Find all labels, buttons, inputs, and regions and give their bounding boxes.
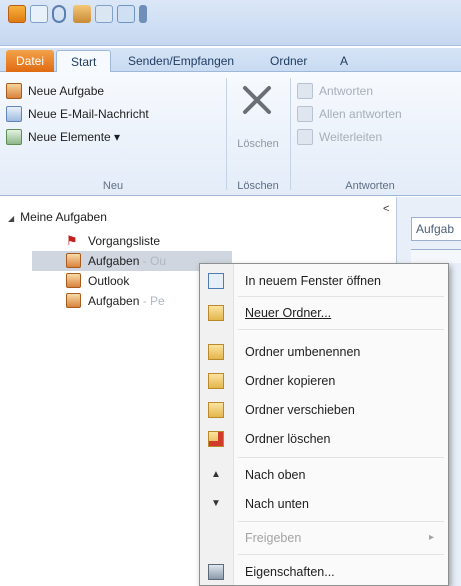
menu-item-label: Ordner verschieben <box>245 403 355 417</box>
menu-item-label: Nach unten <box>245 497 309 511</box>
nav-item-suffix: - Ou <box>139 254 167 268</box>
menu-item-label: In neuem Fenster öffnen <box>245 274 381 288</box>
nav-item-suffix: - Pe <box>139 294 165 308</box>
forward-button[interactable]: Weiterleiten <box>297 126 461 147</box>
forward-icon <box>297 128 313 145</box>
nav-item-aufgaben-personal[interactable]: Aufgaben - Pe <box>66 291 165 311</box>
menu-item-label: Eigenschaften... <box>245 565 335 579</box>
delete-icon[interactable] <box>241 84 273 116</box>
search-input[interactable]: Aufgab <box>411 217 461 241</box>
menu-separator <box>238 521 444 522</box>
menu-item-properties[interactable]: Eigenschaften... <box>200 559 448 585</box>
column-header-icons <box>411 249 461 263</box>
new-items-label: Neue Elemente ▾ <box>28 129 121 144</box>
nav-item-label: Vorgangsliste <box>88 234 161 248</box>
menu-item-share: Freigeben ▸ <box>200 525 448 551</box>
task-folder-icon <box>66 253 81 268</box>
forward-label: Weiterleiten <box>319 129 383 144</box>
ribbon-group-delete: Löschen <box>228 80 288 176</box>
task-folder-icon <box>66 273 81 288</box>
new-email-label: Neue E-Mail-Nachricht <box>28 106 149 121</box>
menu-separator <box>238 554 444 555</box>
new-email-button[interactable]: Neue E-Mail-Nachricht <box>6 103 216 124</box>
menu-item-label: Nach oben <box>245 468 306 482</box>
collapse-triangle-icon: ◢ <box>8 214 15 223</box>
menu-item-delete-folder[interactable]: Ordner löschen <box>200 426 448 452</box>
group-label-new: Neu <box>102 180 124 192</box>
group-separator <box>226 78 227 190</box>
menu-item-new-folder[interactable]: Neuer Ordner... <box>200 300 448 326</box>
group-separator <box>290 78 291 190</box>
menu-item-label: Ordner kopieren <box>245 374 336 388</box>
nav-item-outlook[interactable]: Outlook <box>66 271 129 291</box>
customize-qat-icon[interactable] <box>139 5 147 23</box>
delete-button[interactable]: Löschen <box>228 138 288 150</box>
reply-all-icon <box>297 105 313 122</box>
new-email-icon <box>6 105 22 122</box>
ribbon-group-new: Neue Aufgabe Neue E-Mail-Nachricht Neue … <box>6 80 216 149</box>
outlook-app-icon <box>8 5 26 23</box>
arrow-up-icon: ▲ <box>211 469 221 480</box>
new-items-button[interactable]: Neue Elemente ▾ <box>6 126 216 147</box>
new-task-label: Neue Aufgabe <box>28 83 105 98</box>
tab-send-receive[interactable]: Senden/Empfangen <box>118 50 244 72</box>
nav-item-vorgangsliste[interactable]: ⚑ Vorgangsliste <box>66 231 160 251</box>
new-task-icon <box>6 82 22 99</box>
nav-header-label: Meine Aufgaben <box>20 210 107 224</box>
menu-item-rename-folder[interactable]: Ordner umbenennen <box>200 339 448 365</box>
menu-item-label: Ordner löschen <box>245 432 331 446</box>
group-label-delete: Löschen <box>237 180 279 192</box>
tab-file[interactable]: Datei <box>6 50 55 72</box>
copy-folder-icon <box>208 373 224 389</box>
undo-icon[interactable] <box>52 5 66 23</box>
qat-mail-icon[interactable] <box>95 5 113 23</box>
new-task-button[interactable]: Neue Aufgabe <box>6 80 216 101</box>
reply-label: Antworten <box>319 83 374 98</box>
new-window-icon <box>208 273 224 289</box>
reply-all-label: Allen antworten <box>319 106 402 121</box>
nav-item-label: Outlook <box>88 274 130 288</box>
menu-item-move-down[interactable]: ▼ Nach unten <box>200 491 448 517</box>
context-menu: In neuem Fenster öffnen Neuer Ordner... … <box>199 263 449 586</box>
tab-more[interactable]: A <box>330 50 358 72</box>
task-folder-icon <box>66 293 81 308</box>
nav-item-label: Aufgaben <box>88 294 140 308</box>
group-label-reply: Antworten <box>345 180 395 192</box>
reply-icon <box>297 82 313 99</box>
title-bar <box>0 0 461 46</box>
qat-calendar-icon[interactable] <box>117 5 135 23</box>
ribbon: Neue Aufgabe Neue E-Mail-Nachricht Neue … <box>0 72 461 196</box>
send-receive-icon[interactable] <box>30 5 48 23</box>
arrow-down-icon: ▼ <box>211 498 221 509</box>
new-items-icon <box>6 128 22 145</box>
rename-folder-icon <box>208 344 224 360</box>
menu-separator <box>238 457 444 458</box>
menu-item-label: Freigeben <box>245 531 302 545</box>
red-flag-icon: ⚑ <box>66 233 78 248</box>
menu-item-move-up[interactable]: ▲ Nach oben <box>200 462 448 488</box>
nav-item-label: Aufgaben <box>88 254 140 268</box>
nav-header-my-tasks[interactable]: ◢ Meine Aufgaben <box>8 207 107 227</box>
qat-people-icon[interactable] <box>73 5 91 23</box>
properties-icon <box>208 564 224 580</box>
menu-item-label: Neuer Ordner... <box>245 306 332 320</box>
new-folder-icon <box>208 305 224 321</box>
menu-separator <box>238 329 444 330</box>
menu-item-label: Ordner umbenennen <box>245 345 361 359</box>
menu-item-copy-folder[interactable]: Ordner kopieren <box>200 368 448 394</box>
menu-separator <box>238 296 444 297</box>
tab-start[interactable]: Start <box>56 50 112 73</box>
ribbon-group-reply: Antworten Allen antworten Weiterleiten <box>297 80 461 149</box>
submenu-arrow-icon: ▸ <box>428 532 434 543</box>
menu-item-open-new-window[interactable]: In neuem Fenster öffnen <box>200 268 448 294</box>
move-folder-icon <box>208 402 224 418</box>
delete-folder-icon <box>208 431 224 447</box>
collapse-nav-button[interactable]: < <box>383 203 389 215</box>
reply-all-button[interactable]: Allen antworten <box>297 103 461 124</box>
menu-item-move-folder[interactable]: Ordner verschieben <box>200 397 448 423</box>
tab-folder[interactable]: Ordner <box>260 50 317 72</box>
reply-button[interactable]: Antworten <box>297 80 461 101</box>
ribbon-tab-row: Datei Start Senden/Empfangen Ordner A <box>0 48 461 73</box>
